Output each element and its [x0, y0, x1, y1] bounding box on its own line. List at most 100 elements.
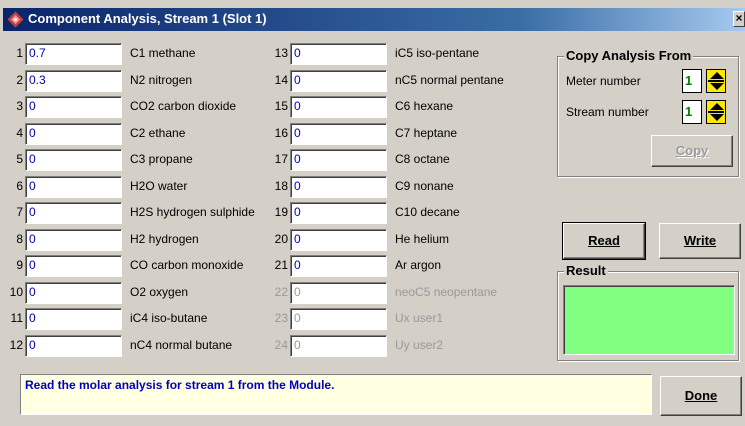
component-name-label: C6 hexane: [395, 99, 454, 113]
component-value-input[interactable]: 0: [290, 202, 387, 224]
component-name-label: He helium: [395, 231, 450, 246]
component-name-label: Ux user1: [395, 311, 444, 325]
app-diamond-icon: [7, 11, 24, 28]
component-row: 15 0 C6 hexane: [267, 96, 537, 118]
component-name-label: C8 octane: [395, 152, 450, 166]
triangle-down-icon[interactable]: [710, 83, 724, 90]
component-value-input[interactable]: 0: [290, 43, 387, 65]
meter-number-spinner[interactable]: [706, 69, 726, 93]
component-value-input[interactable]: 0: [25, 122, 122, 145]
component-name-label: C7 heptane: [395, 125, 458, 140]
status-message: Read the molar analysis for stream 1 fro…: [20, 374, 652, 415]
write-button[interactable]: Write: [659, 223, 741, 259]
component-row: 12 0 nC4 normal butane: [2, 334, 272, 357]
component-name-label: N2 nitrogen: [130, 72, 193, 87]
component-value-input[interactable]: 0: [290, 228, 387, 251]
component-value-input[interactable]: 0: [290, 96, 387, 118]
component-value-input[interactable]: 0: [25, 255, 122, 277]
spinner-divider: [708, 80, 724, 82]
spinner-divider: [708, 111, 724, 113]
component-value-input[interactable]: 0: [25, 175, 122, 198]
component-row: 11 0 iC4 iso-butane: [2, 308, 272, 330]
component-value-input[interactable]: 0: [25, 281, 122, 304]
component-value-input[interactable]: 0: [25, 149, 122, 171]
component-index: 17: [274, 152, 288, 166]
stream-number-value[interactable]: 1: [682, 100, 702, 124]
component-index: 12: [9, 337, 23, 352]
result-legend: Result: [564, 263, 608, 278]
meter-number-value[interactable]: 1: [682, 69, 702, 93]
component-name-label: nC5 normal pentane: [395, 72, 504, 87]
copy-analysis-legend: Copy Analysis From: [564, 48, 694, 63]
component-index: 18: [274, 178, 288, 193]
component-index: 3: [16, 99, 23, 113]
component-name-label: iC4 iso-butane: [130, 311, 208, 325]
done-button[interactable]: Done: [660, 376, 742, 416]
component-analysis-window: Component Analysis, Stream 1 (Slot 1) × …: [0, 0, 745, 426]
component-name-label: C2 ethane: [130, 125, 186, 140]
component-name-label: neoC5 neopentane: [395, 284, 498, 299]
component-value-input[interactable]: 0: [290, 122, 387, 145]
component-row: 10 0 O2 oxygen: [2, 281, 272, 304]
component-row: 1 0.7 C1 methane: [2, 43, 272, 65]
meter-number-label: Meter number: [566, 74, 641, 88]
component-row: 16 0 C7 heptane: [267, 122, 537, 145]
component-name-label: nC4 normal butane: [130, 337, 233, 352]
component-index: 4: [16, 125, 23, 140]
component-index: 21: [274, 258, 288, 272]
component-row: 7 0 H2S hydrogen sulphide: [2, 202, 272, 224]
component-value-input[interactable]: 0.3: [25, 69, 122, 92]
component-name-label: C10 decane: [395, 205, 460, 219]
component-row: 19 0 C10 decane: [267, 202, 537, 224]
component-row: 18 0 C9 nonane: [267, 175, 537, 198]
title-bar[interactable]: Component Analysis, Stream 1 (Slot 1) ×: [3, 8, 745, 31]
component-value-input[interactable]: 0: [290, 69, 387, 92]
triangle-down-icon[interactable]: [710, 114, 724, 121]
component-value-input[interactable]: 0: [25, 96, 122, 118]
component-row: 9 0 CO carbon monoxide: [2, 255, 272, 277]
component-value-input[interactable]: 0: [290, 149, 387, 171]
component-index: 6: [16, 178, 23, 193]
component-row: 8 0 H2 hydrogen: [2, 228, 272, 251]
component-index: 2: [16, 72, 23, 87]
component-value-input[interactable]: 0: [25, 202, 122, 224]
read-button[interactable]: Read: [562, 222, 646, 260]
component-name-label: H2O water: [130, 178, 188, 193]
component-row: 21 0 Ar argon: [267, 255, 537, 277]
component-row: 5 0 C3 propane: [2, 149, 272, 171]
component-index: 10: [9, 284, 23, 299]
stream-number-label: Stream number: [566, 105, 649, 119]
triangle-up-icon[interactable]: [710, 72, 724, 79]
copy-button[interactable]: Copy: [651, 135, 733, 167]
component-name-label: C1 methane: [130, 46, 196, 60]
close-button[interactable]: ×: [733, 11, 745, 27]
done-button-label: Done: [684, 388, 718, 403]
component-value-input[interactable]: 0: [290, 255, 387, 277]
component-value-input[interactable]: 0: [25, 308, 122, 330]
result-indicator: [563, 285, 735, 355]
component-value-input[interactable]: 0: [25, 334, 122, 357]
component-index: 1: [16, 46, 23, 60]
component-row: 17 0 C8 octane: [267, 149, 537, 171]
component-row: 23 0 Ux user1: [267, 308, 537, 330]
component-row: 3 0 CO2 carbon dioxide: [2, 96, 272, 118]
component-name-label: O2 oxygen: [130, 284, 189, 299]
component-row: 6 0 H2O water: [2, 175, 272, 198]
component-index: 11: [10, 311, 23, 325]
component-value-input: 0: [290, 308, 387, 330]
component-value-input[interactable]: 0: [290, 175, 387, 198]
component-index: 24: [274, 337, 288, 352]
stream-number-spinner[interactable]: [706, 100, 726, 124]
component-row: 22 0 neoC5 neopentane: [267, 281, 537, 304]
component-name-label: C9 nonane: [395, 178, 454, 193]
component-index: 5: [16, 152, 23, 166]
triangle-up-icon[interactable]: [710, 103, 724, 110]
component-value-input: 0: [290, 281, 387, 304]
component-index: 22: [274, 284, 288, 299]
component-value-input[interactable]: 0: [25, 228, 122, 251]
component-value-input[interactable]: 0.7: [25, 43, 122, 65]
write-button-label: Write: [683, 233, 717, 248]
component-name-label: CO carbon monoxide: [130, 258, 244, 272]
component-name-label: iC5 iso-pentane: [395, 46, 480, 60]
component-index: 8: [16, 231, 23, 246]
